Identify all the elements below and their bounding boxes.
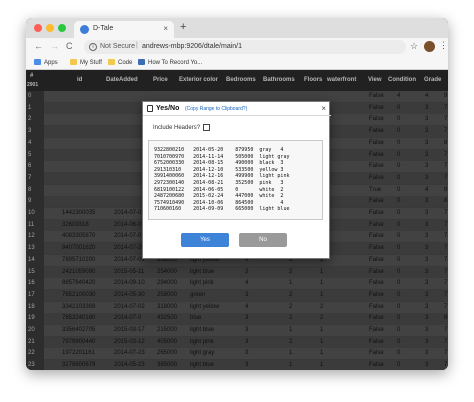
forward-arrow-icon[interactable]: → bbox=[50, 41, 59, 51]
address-bar[interactable]: i Not Secure | andrews-mbp:9206/dtale/ma… bbox=[84, 40, 406, 54]
url-text[interactable]: andrews-mbp:9206/dtale/main/1 bbox=[142, 43, 242, 50]
folder-icon bbox=[70, 59, 77, 65]
preview-line: 6752000330 2014-08-15 490000 black 3 bbox=[154, 160, 284, 167]
preview-line: 291310310 2014-12-10 533500 yellow 3 bbox=[154, 166, 284, 173]
preview-line: 3991400060 2014-12-16 499900 light pink bbox=[154, 173, 290, 180]
apps-grid-icon bbox=[34, 59, 41, 65]
site-favicon-icon bbox=[138, 59, 145, 65]
preview-line: 2972300140 2014-08-21 352500 pink 3 bbox=[154, 180, 284, 186]
dialog-close-icon[interactable]: × bbox=[321, 104, 326, 113]
new-tab-button[interactable]: + bbox=[180, 21, 186, 33]
bookmark-apps[interactable]: Apps bbox=[34, 59, 58, 66]
back-arrow-icon[interactable]: ← bbox=[34, 41, 43, 51]
close-window-button[interactable] bbox=[34, 24, 42, 32]
include-headers-checkbox[interactable] bbox=[203, 124, 210, 131]
bookmark-star-icon[interactable]: ☆ bbox=[410, 41, 418, 52]
preview-line: 7574910490 2014-10-06 864500 4 bbox=[154, 199, 284, 206]
include-headers-label: Include Headers? bbox=[153, 125, 201, 131]
preview-line: 9322800210 2014-05-20 879950 gray 4 bbox=[154, 147, 284, 153]
dialog-header: Yes/No (Copy Range to Clipboard?) × bbox=[143, 102, 331, 116]
folder-icon bbox=[108, 59, 115, 65]
bookmark-my-stuff[interactable]: My Stuff bbox=[70, 59, 102, 66]
clipboard-preview: 9322800210 2014-05-20 879950 gray 4 70107… bbox=[148, 140, 323, 220]
tab-close-icon[interactable]: × bbox=[163, 24, 168, 33]
tab-title: D-Tale bbox=[93, 25, 114, 32]
preview-line: 6819100122 2014-06-05 0 white 2 bbox=[154, 186, 284, 193]
maximize-window-button[interactable] bbox=[58, 24, 66, 32]
minimize-window-button[interactable] bbox=[46, 24, 54, 32]
url-separator: | bbox=[136, 42, 138, 49]
dtale-grid: # 2901 id DateAdded Price Exterior color… bbox=[26, 70, 448, 370]
dtale-favicon-icon bbox=[80, 25, 89, 34]
preview-line: 710600160 2014-09-09 665000 light blue bbox=[154, 206, 290, 213]
no-button[interactable]: No bbox=[239, 233, 287, 247]
profile-avatar[interactable] bbox=[424, 41, 435, 52]
preview-line: 2487200680 2015-02-24 447000 white 2 bbox=[154, 193, 284, 200]
dialog-subtitle: (Copy Range to Clipboard?) bbox=[185, 106, 248, 112]
copy-range-dialog: Yes/No (Copy Range to Clipboard?) × Incl… bbox=[142, 101, 331, 259]
reload-icon[interactable]: C bbox=[66, 41, 73, 51]
yes-button[interactable]: Yes bbox=[181, 233, 229, 247]
browser-window: D-Tale × + ← → C i Not Secure | andrews-… bbox=[26, 18, 448, 370]
preview-line: 7010700970 2014-11-14 505000 light gray bbox=[154, 153, 290, 160]
browser-toolbar: ← → C i Not Secure | andrews-mbp:9206/dt… bbox=[26, 38, 448, 56]
dialog-title: Yes/No bbox=[156, 105, 180, 112]
bookmarks-bar: Apps My Stuff Code How To Record Yo... bbox=[26, 56, 448, 70]
security-status: Not Secure bbox=[100, 43, 136, 50]
tab-bar: D-Tale × + bbox=[26, 18, 448, 38]
clipboard-icon bbox=[147, 105, 153, 112]
tab-dtale[interactable]: D-Tale × bbox=[74, 21, 174, 38]
bookmark-code[interactable]: Code bbox=[108, 59, 132, 66]
bookmark-how-to-record[interactable]: How To Record Yo... bbox=[138, 59, 202, 66]
menu-dots-icon[interactable]: ⋮ bbox=[439, 40, 448, 51]
info-icon[interactable]: i bbox=[89, 43, 97, 51]
